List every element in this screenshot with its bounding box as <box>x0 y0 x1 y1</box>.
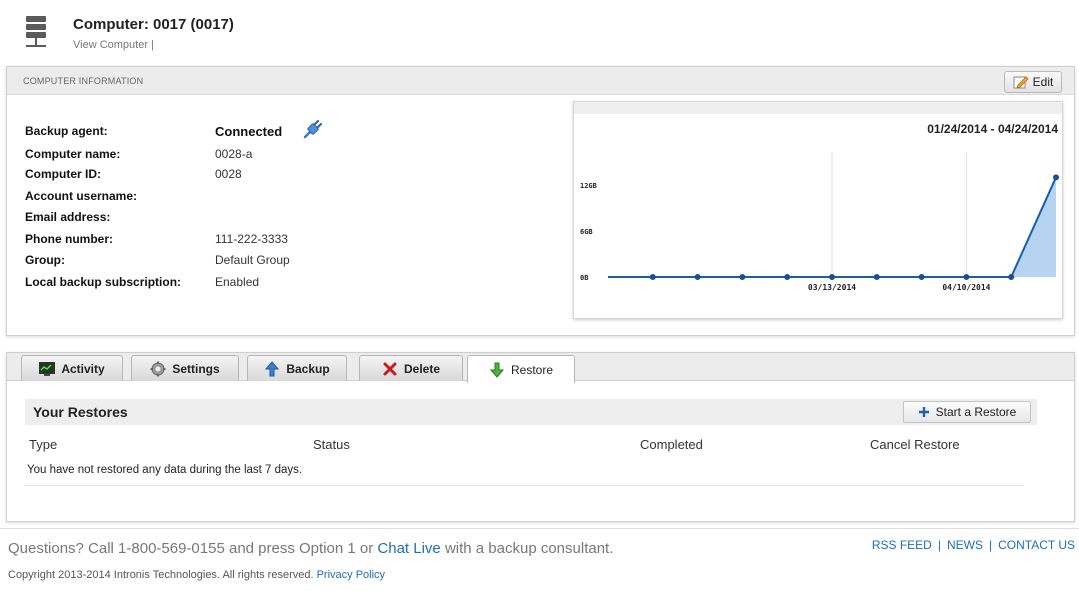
restores-title: Your Restores <box>33 404 128 420</box>
chart-point <box>963 274 970 280</box>
computer-information-panel: COMPUTER INFORMATION Edit Backup agent: … <box>6 66 1075 336</box>
tab-bar: Activity Settings Backup Delete Restore <box>7 353 1074 383</box>
agent-status: Connected <box>215 124 283 139</box>
privacy-policy-link[interactable]: Privacy Policy <box>317 569 385 581</box>
tab-activity[interactable]: Activity <box>21 355 123 381</box>
tab-settings[interactable]: Settings <box>131 355 239 381</box>
page-header: Computer: 0017 (0017) View Computer | <box>0 0 1079 62</box>
edit-button[interactable]: Edit <box>1004 71 1062 93</box>
tab-label: Delete <box>403 361 441 376</box>
chart-point <box>873 274 880 280</box>
rss-feed-link[interactable]: RSS FEED <box>872 538 932 552</box>
link-separator: | <box>937 538 941 552</box>
support-message: Questions? Call 1-800-569-0155 and press… <box>8 540 613 557</box>
chart-point <box>829 274 835 280</box>
chart-point <box>1053 174 1059 181</box>
divider <box>25 485 1023 486</box>
link-separator: | <box>988 538 993 552</box>
monitor-icon <box>39 361 56 376</box>
info-value: 0028-a <box>215 147 253 161</box>
tab-restore[interactable]: Restore <box>467 355 575 383</box>
column-header-completed: Completed <box>640 437 703 452</box>
info-label: Phone number: <box>25 232 114 246</box>
column-header-cancel-restore: Cancel Restore <box>870 437 960 452</box>
chart-x-tick-label: 04/10/2014 <box>942 283 990 292</box>
start-restore-button[interactable]: Start a Restore <box>903 401 1031 423</box>
plug-icon <box>303 120 322 139</box>
info-value: 111-222-3333 <box>215 232 288 246</box>
info-label: Computer name: <box>25 147 121 161</box>
footer-links: RSS FEED | NEWS | CONTACT US <box>872 538 1075 552</box>
info-label: Email address: <box>25 210 111 224</box>
x-icon <box>383 362 397 375</box>
empty-restores-message: You have not restored any data during th… <box>27 464 303 476</box>
panel-title: COMPUTER INFORMATION <box>23 76 144 86</box>
copyright-text: Copyright 2013-2014 Intronis Technologie… <box>8 569 314 581</box>
info-label: Group: <box>25 253 65 267</box>
chart-point <box>694 274 701 280</box>
chart-x-tick-label: 03/13/2014 <box>808 283 856 292</box>
contact-us-link[interactable]: CONTACT US <box>998 538 1075 552</box>
info-label: Computer ID: <box>25 167 101 181</box>
info-value: Default Group <box>215 253 290 267</box>
support-text: Questions? Call 1-800-569-0155 and press… <box>8 540 374 557</box>
column-header-status: Status <box>313 437 350 452</box>
panel-header: COMPUTER INFORMATION Edit <box>7 67 1074 95</box>
pencil-icon <box>1013 76 1029 89</box>
gear-icon <box>150 361 166 376</box>
divider <box>0 528 1079 529</box>
restores-header: Your Restores Start a Restore <box>25 399 1037 425</box>
down-arrow-icon <box>489 362 505 378</box>
chart-point <box>649 274 656 280</box>
plus-icon <box>918 407 929 417</box>
info-label: Account username: <box>25 189 138 203</box>
page-title: Computer: 0017 (0017) <box>73 16 234 33</box>
chart-point <box>1008 274 1015 280</box>
tab-delete[interactable]: Delete <box>359 355 463 381</box>
chat-live-link[interactable]: Chat Live <box>377 540 440 557</box>
edit-label: Edit <box>1032 75 1054 89</box>
tab-label: Backup <box>286 361 330 376</box>
chart-plot: 0B 6GB 12GB 03/13/2014 04/10/2014 <box>580 152 1059 292</box>
tab-label: Activity <box>61 361 105 376</box>
computer-tabs-panel: Activity Settings Backup Delete Restore … <box>6 352 1075 522</box>
chart-point <box>918 274 925 280</box>
up-arrow-icon <box>265 360 280 376</box>
tab-label: Restore <box>510 362 554 377</box>
news-link[interactable]: NEWS <box>947 538 983 552</box>
chart-y-tick-label: 6GB <box>580 228 593 236</box>
info-label: Local backup subscription: <box>25 275 182 289</box>
chart-point <box>739 274 746 280</box>
info-value: Enabled <box>215 275 260 289</box>
tab-backup[interactable]: Backup <box>247 355 347 381</box>
support-text-suffix: with a backup consultant. <box>444 540 614 557</box>
copyright: Copyright 2013-2014 Intronis Technologie… <box>8 569 385 581</box>
start-restore-label: Start a Restore <box>935 405 1017 419</box>
chart-y-tick-label: 12GB <box>580 182 597 190</box>
info-value: 0028 <box>215 167 242 181</box>
column-header-type: Type <box>29 437 58 452</box>
breadcrumb[interactable]: View Computer | <box>73 39 154 51</box>
storage-chart: 01/24/2014 - 04/24/2014 0B 6GB 12GB 03/13/… <box>573 101 1063 319</box>
chart-point <box>784 274 791 280</box>
chart-y-tick-label: 0B <box>580 274 588 282</box>
info-label: Backup agent: <box>25 124 108 138</box>
tab-label: Settings <box>172 361 220 376</box>
server-icon <box>26 16 46 47</box>
